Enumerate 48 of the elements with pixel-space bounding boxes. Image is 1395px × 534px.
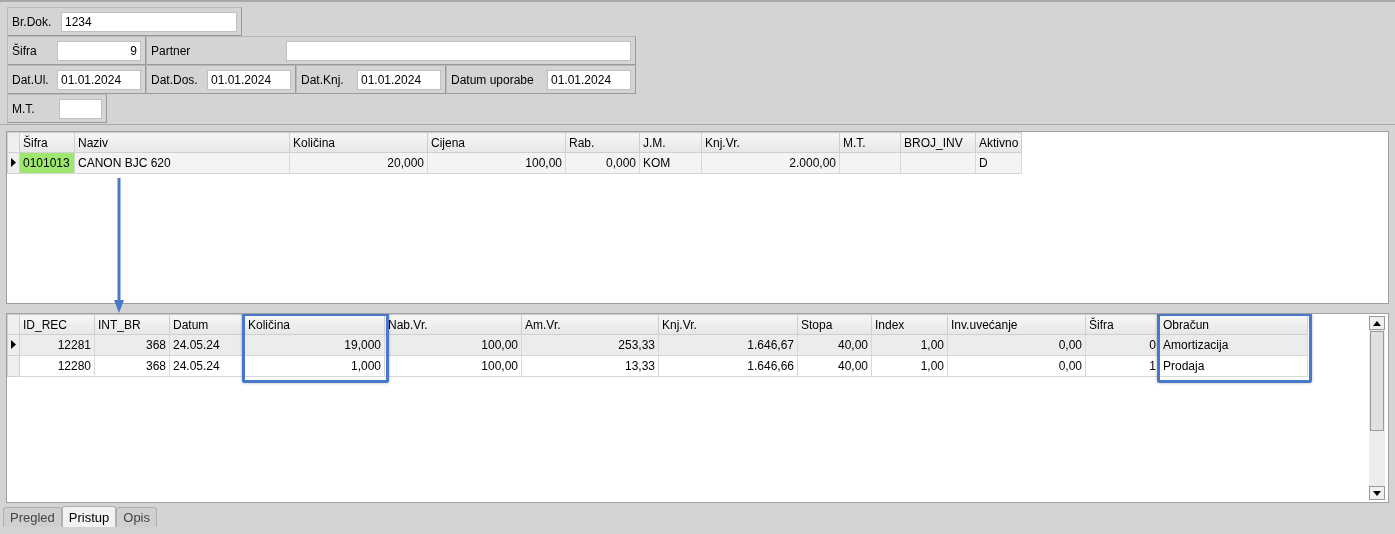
row-indicator[interactable] [7,152,20,174]
input-field[interactable]: 01.01.2024 [357,69,441,90]
input-field[interactable]: 1234 [61,11,237,32]
column-header[interactable]: J.M. [639,132,702,153]
column-header[interactable]: Datum [169,314,245,335]
column-header[interactable]: Naziv [74,132,290,153]
column-header[interactable]: INT_BR [94,314,170,335]
table-cell: CANON BJC 620 [74,152,290,174]
scrollbar[interactable] [1369,316,1385,500]
field-label: Partner [151,43,192,58]
column-header[interactable]: Am.Vr. [521,314,659,335]
input-field[interactable]: 01.01.2024 [207,69,291,90]
row-pointer-icon [11,158,16,167]
input-field[interactable]: 9 [57,40,141,61]
field-label: Šifra [12,43,38,58]
column-header[interactable]: Stopa [797,314,872,335]
column-header[interactable]: M.T. [839,132,901,153]
column-header[interactable]: Količina [289,132,428,153]
column-header[interactable]: Cijena [427,132,566,153]
column-header[interactable]: ID_REC [19,314,95,335]
scroll-down-icon[interactable] [1369,486,1385,500]
tab[interactable]: Pristup [61,506,117,527]
column-header[interactable]: Inv.uvećanje [947,314,1086,335]
column-header[interactable]: BROJ_INV [900,132,976,153]
column-header[interactable]: Knj.Vr. [701,132,840,153]
column-header[interactable]: Knj.Vr. [658,314,798,335]
field-label: Dat.Knj. [301,72,345,87]
input-field[interactable]: 01.01.2024 [547,69,631,90]
column-header[interactable]: Šifra [19,132,75,153]
input-field[interactable] [286,40,631,61]
column-header[interactable]: Šifra [1085,314,1160,335]
column-header[interactable]: Rab. [565,132,640,153]
column-header[interactable]: Nab.Vr. [384,314,522,335]
scroll-thumb[interactable] [1370,331,1384,431]
input-field[interactable]: 01.01.2024 [57,69,141,90]
row-indicator[interactable] [7,334,20,356]
tab[interactable]: Opis [116,507,157,527]
scroll-up-icon[interactable] [1369,316,1385,330]
input-field[interactable] [59,98,102,119]
column-header[interactable]: Aktivno [975,132,1022,153]
field-label: Br.Dok. [12,14,53,29]
field-label: M.T. [12,101,36,116]
tab[interactable]: Pregled [3,507,62,527]
field-label: Datum uporabe [451,72,535,87]
field-label: Dat.Dos. [151,72,199,87]
field-label: Dat.Ul. [12,72,50,87]
column-header[interactable]: Index [871,314,948,335]
row-pointer-icon [11,340,16,349]
